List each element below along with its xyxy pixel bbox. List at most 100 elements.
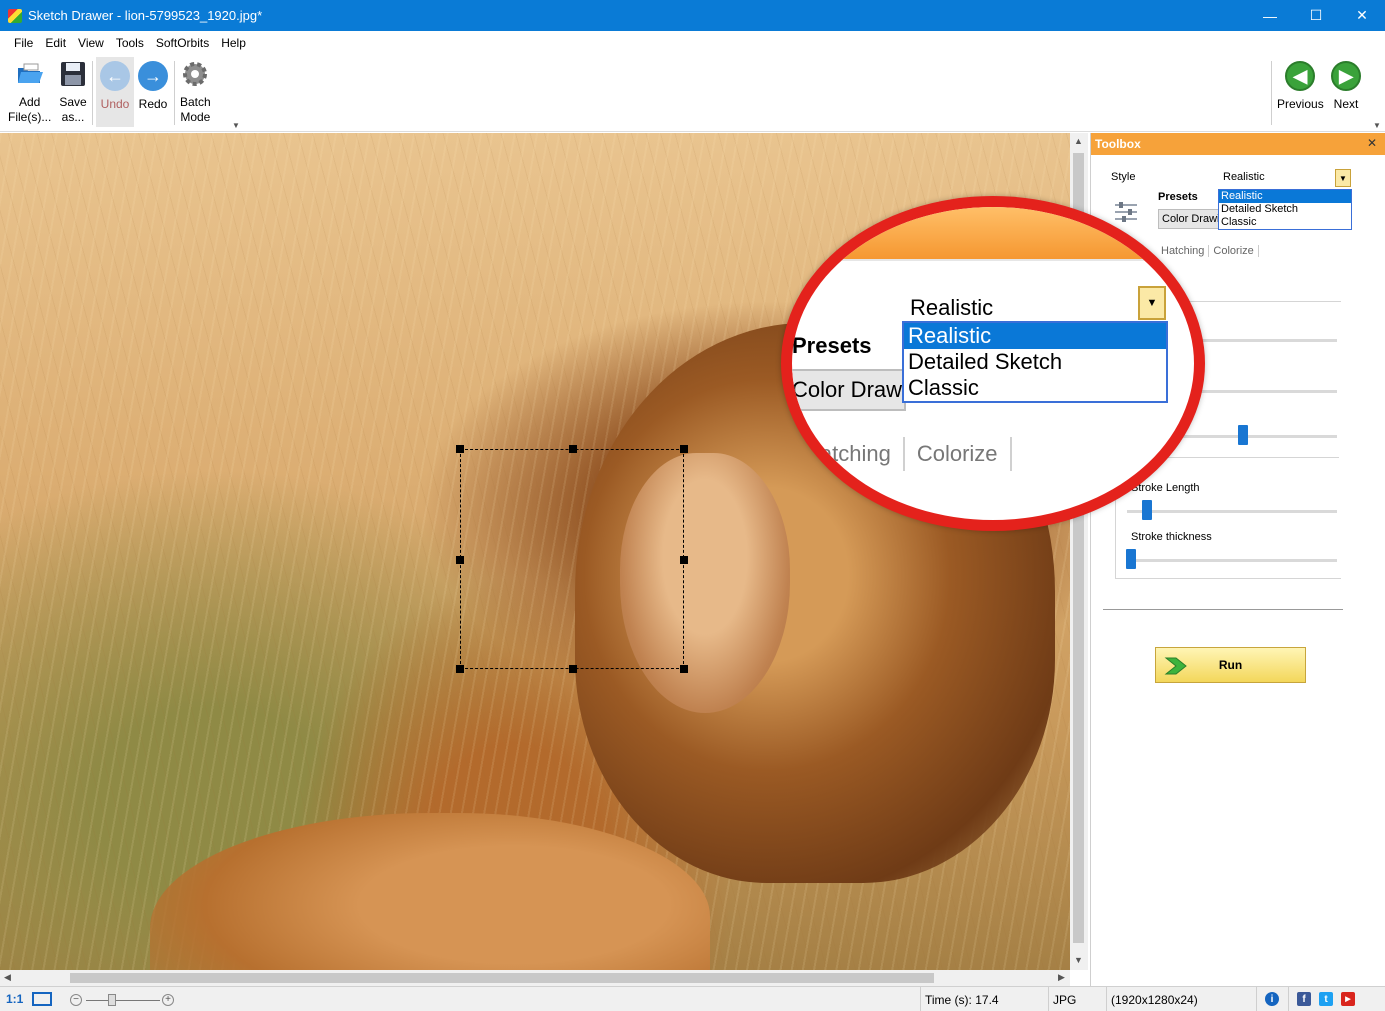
title-bar: Sketch Drawer - lion-5799523_1920.jpg* —…	[0, 0, 1385, 31]
presets-label: Presets	[1158, 191, 1198, 203]
next-label: Next	[1333, 97, 1359, 111]
style-label: Style	[1111, 171, 1136, 183]
menu-softorbits[interactable]: SoftOrbits	[156, 36, 209, 50]
add-files-label-1: Add	[18, 95, 41, 109]
toolbox-close-icon[interactable]: ✕	[1367, 136, 1377, 150]
actual-size-button[interactable]: 1:1	[6, 992, 23, 1006]
menu-view[interactable]: View	[78, 36, 104, 50]
batch-mode-label-1: Batch	[180, 95, 211, 109]
format-value: JPG	[1053, 992, 1077, 1007]
resize-handle[interactable]	[680, 665, 688, 673]
stroke-thickness-label: Stroke thickness	[1131, 531, 1212, 543]
resize-handle[interactable]	[680, 556, 688, 564]
scroll-up-icon[interactable]: ▲	[1074, 136, 1083, 146]
undo-button[interactable]: ← Undo	[96, 57, 134, 127]
stroke-thickness-thumb[interactable]	[1126, 549, 1136, 569]
floppy-disk-icon	[61, 62, 85, 86]
next-button[interactable]: ▶ Next	[1331, 61, 1361, 112]
add-files-label-2: File(s)...	[8, 110, 52, 124]
dimensions-status: (1920x1280x24)	[1106, 987, 1256, 1011]
magnified-style-list: Realistic Detailed Sketch Classic	[902, 321, 1168, 403]
style-option-detailed-sketch[interactable]: Detailed Sketch	[1219, 203, 1351, 216]
previous-button[interactable]: ◀ Previous	[1277, 61, 1324, 112]
style-option-classic[interactable]: Classic	[1219, 216, 1351, 229]
menu-help[interactable]: Help	[221, 36, 246, 50]
redo-label: Redo	[138, 97, 168, 111]
zoom-in-icon[interactable]: +	[162, 994, 174, 1006]
youtube-icon[interactable]: ▶	[1341, 992, 1355, 1006]
next-arrow-icon: ▶	[1331, 61, 1361, 91]
info-icon[interactable]: i	[1265, 992, 1279, 1006]
close-button[interactable]: ✕	[1339, 0, 1385, 31]
style-dropdown-list: Realistic Detailed Sketch Classic	[1218, 189, 1352, 230]
open-folder-icon	[17, 63, 43, 83]
previous-arrow-icon: ◀	[1285, 61, 1316, 91]
fit-to-window-icon[interactable]	[32, 992, 52, 1006]
horizontal-scrollbar[interactable]: ◀ ▶	[0, 970, 1070, 986]
batch-mode-label-2: Mode	[180, 110, 211, 124]
facebook-icon[interactable]: f	[1297, 992, 1311, 1006]
window-title: Sketch Drawer - lion-5799523_1920.jpg*	[28, 8, 263, 23]
toolbar: Add File(s)... Save as... ← Undo → Redo …	[0, 55, 1385, 132]
toolbar-overflow-icon[interactable]: ▼	[1373, 121, 1381, 130]
resize-handle[interactable]	[456, 445, 464, 453]
slider-thumb[interactable]	[1238, 425, 1248, 445]
style-select-value: Realistic	[1223, 171, 1265, 183]
menu-file[interactable]: File	[14, 36, 33, 50]
stroke-thickness-track[interactable]	[1127, 559, 1337, 562]
scroll-right-icon[interactable]: ▶	[1058, 972, 1065, 983]
magnified-preset-select: Color Drawing	[792, 369, 906, 411]
style-option-realistic[interactable]: Realistic	[1219, 190, 1351, 203]
run-label: Run	[1218, 658, 1243, 672]
toolbar-separator	[92, 61, 93, 125]
batch-mode-button[interactable]: Batch Mode	[180, 59, 211, 125]
magnified-presets-label: Presets	[792, 333, 872, 358]
save-as-button[interactable]: Save as...	[58, 59, 88, 125]
twitter-icon[interactable]: t	[1319, 992, 1333, 1006]
style-select[interactable]: Realistic ▼	[1219, 169, 1351, 187]
dimensions-value: (1920x1280x24)	[1111, 992, 1198, 1007]
zoom-slider-track[interactable]	[86, 1000, 160, 1001]
window-controls: — ☐ ✕	[1247, 0, 1385, 31]
undo-label: Undo	[100, 97, 130, 111]
magnified-dropdown-arrow-icon: ▼	[1138, 286, 1166, 320]
social-cell: f t ▶	[1288, 987, 1385, 1011]
magnified-style-value: Realistic	[910, 295, 994, 320]
maximize-button[interactable]: ☐	[1293, 0, 1339, 31]
magnifier-callout: Realistic ▼ Presets Color Drawing Realis…	[781, 196, 1205, 531]
resize-handle[interactable]	[569, 445, 577, 453]
save-as-label-1: Save	[59, 95, 87, 109]
toolbox-header: Toolbox ✕	[1091, 133, 1385, 155]
magnified-option-classic: Classic	[908, 375, 979, 400]
minimize-button[interactable]: —	[1247, 0, 1293, 31]
menu-tools[interactable]: Tools	[116, 36, 144, 50]
resize-handle[interactable]	[456, 556, 464, 564]
divider	[1103, 609, 1343, 610]
magnified-tab-colorize: Colorize	[905, 437, 1012, 471]
menu-edit[interactable]: Edit	[45, 36, 66, 50]
run-button[interactable]: Run	[1155, 647, 1306, 683]
toolbar-overflow-icon[interactable]: ▼	[232, 121, 240, 130]
scroll-left-icon[interactable]: ◀	[4, 972, 11, 983]
selection-rectangle[interactable]	[456, 445, 688, 673]
magnified-option-realistic: Realistic	[904, 323, 1166, 349]
zoom-out-icon[interactable]: −	[70, 994, 82, 1006]
app-icon	[8, 8, 22, 23]
resize-handle[interactable]	[680, 445, 688, 453]
toolbar-separator	[1271, 61, 1272, 125]
dropdown-arrow-icon[interactable]: ▼	[1335, 169, 1351, 187]
magnified-divider	[792, 259, 1194, 261]
resize-handle[interactable]	[569, 665, 577, 673]
zoom-slider-thumb[interactable]	[108, 994, 116, 1006]
scroll-down-icon[interactable]: ▼	[1074, 955, 1083, 965]
gear-icon	[183, 62, 208, 86]
format-status: JPG	[1048, 987, 1106, 1011]
redo-button[interactable]: → Redo	[138, 61, 168, 112]
add-files-button[interactable]: Add File(s)...	[8, 59, 51, 125]
magnified-view: Realistic ▼ Presets Color Drawing Realis…	[792, 207, 1194, 520]
redo-arrow-icon: →	[138, 61, 168, 91]
tab-colorize[interactable]: Colorize	[1209, 245, 1259, 257]
toolbox-title: Toolbox	[1095, 137, 1141, 151]
resize-handle[interactable]	[456, 665, 464, 673]
horizontal-scroll-thumb[interactable]	[70, 973, 934, 983]
